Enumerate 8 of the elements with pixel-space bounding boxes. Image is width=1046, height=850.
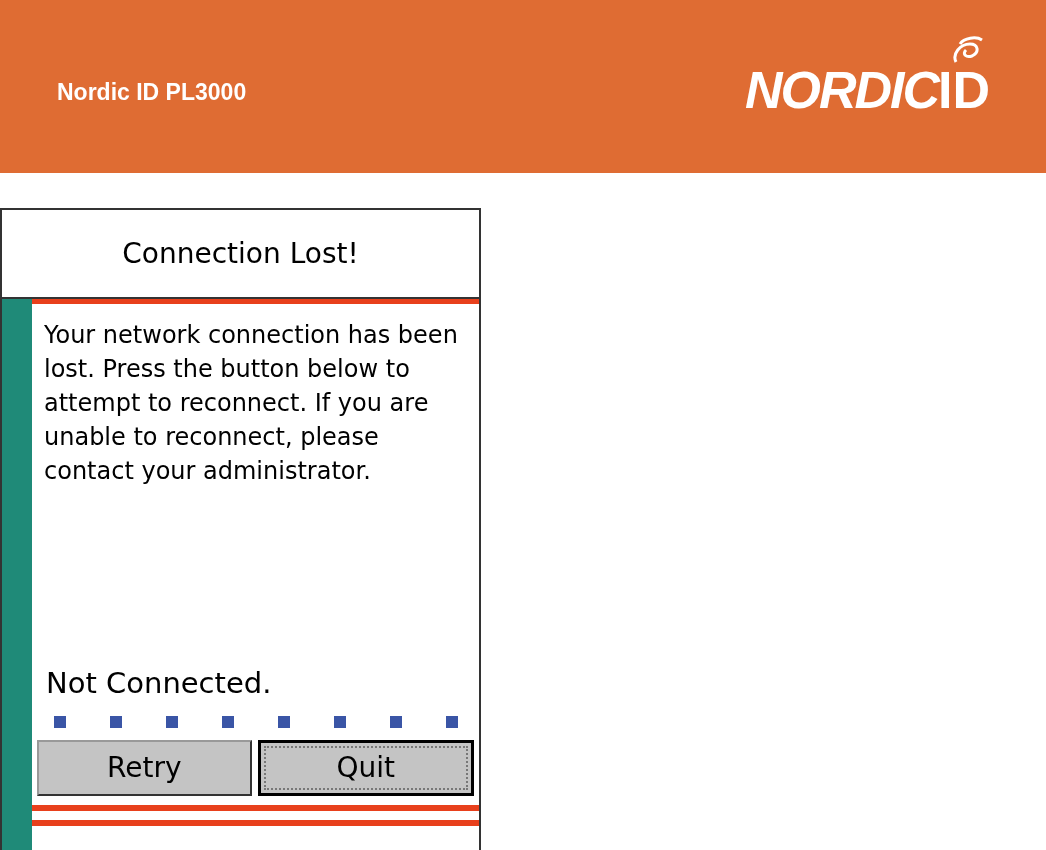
- dialog-title: Connection Lost!: [122, 235, 359, 272]
- dialog-button[interactable]: Quit: [257, 740, 474, 796]
- status-text: Not Connected.: [45, 669, 273, 698]
- product-title: Nordic ID PL3000: [57, 78, 247, 108]
- message-text: Your network connection has been lost. Press the button below to attempt to reconnect. If you are unable to reconnect, please contact your administrator.: [43, 320, 459, 487]
- logo-text: NORDIC: [744, 63, 938, 116]
- dialog-button[interactable]: Retry: [37, 740, 252, 796]
- progress-dots-icon: [54, 716, 458, 728]
